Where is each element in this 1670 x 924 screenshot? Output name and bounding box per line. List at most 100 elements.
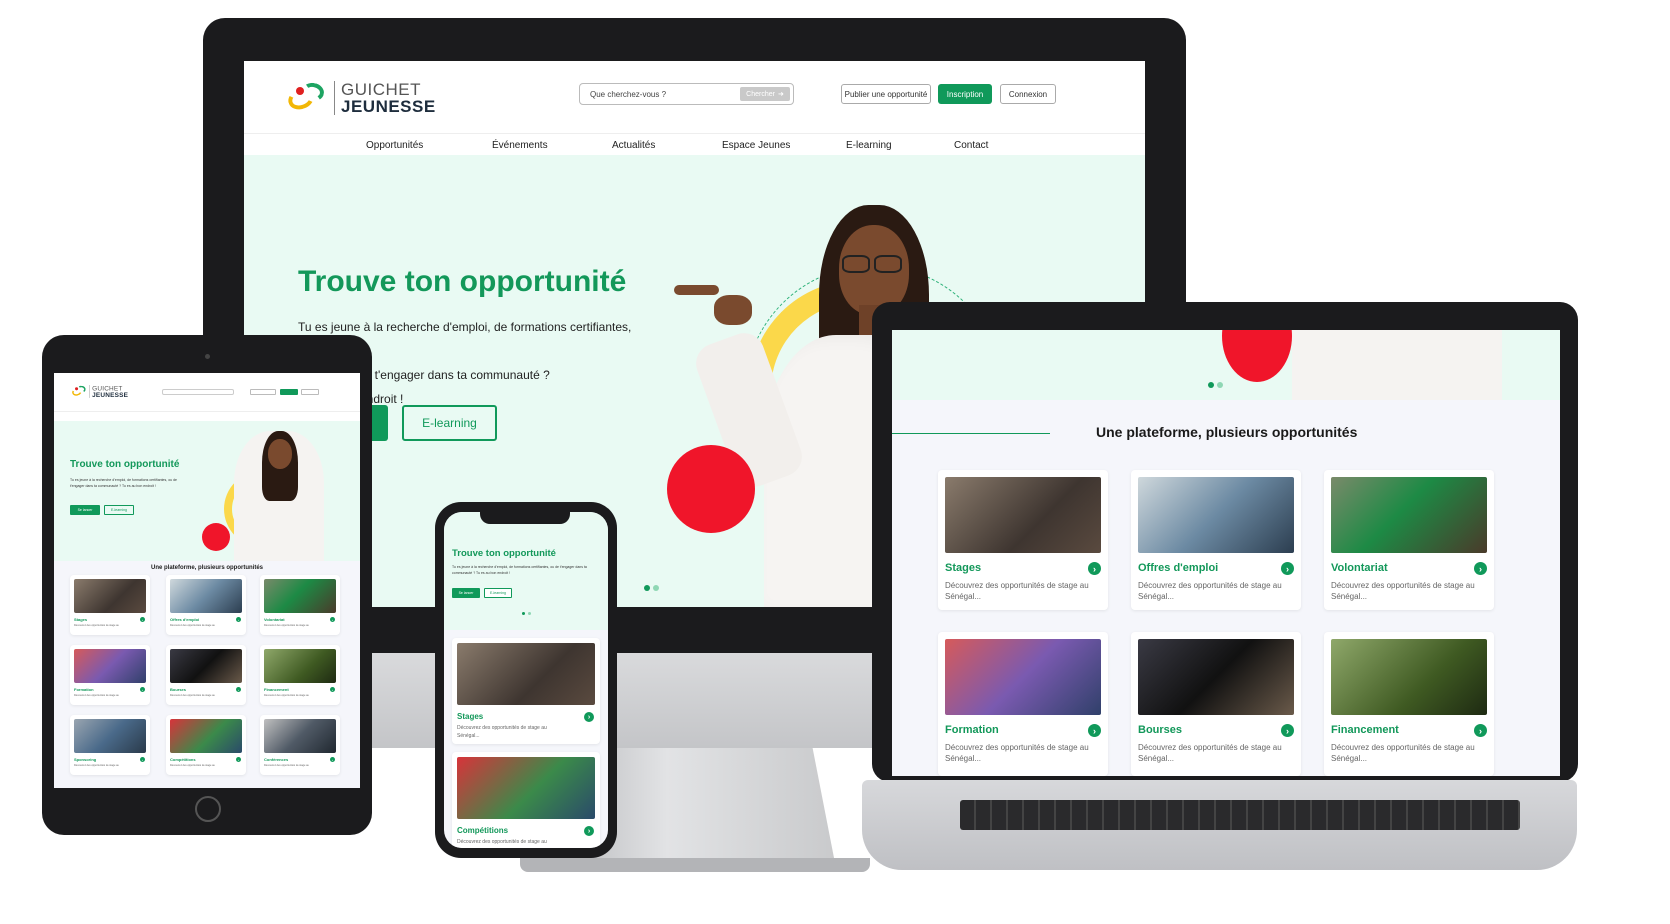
tablet-card-competitions[interactable]: Compétitions › Découvrez des opportunité… [166,715,246,775]
card-image [1331,639,1487,715]
signup-button[interactable]: Inscription [938,84,992,104]
chevron-right-icon[interactable]: › [140,617,145,622]
tablet-card-stages[interactable]: Stages › Découvrez des opportunités de s… [70,575,150,635]
tablet-card-formation[interactable]: Formation › Découvrez des opportunités d… [70,645,150,705]
tablet-hero-primary[interactable]: Se lancer [70,505,100,515]
card-description: Découvrez des opportunités de stage au Sé… [945,742,1089,764]
card-title: Formation [945,724,999,736]
card-title: Stages [74,617,88,622]
chevron-right-icon[interactable]: › [1281,562,1294,575]
card-image [264,579,336,613]
search-input[interactable]: Que cherchez-vous ? Chercher ➜ [579,83,794,105]
chevron-right-icon[interactable]: › [1281,724,1294,737]
card-image [457,643,595,705]
card-title: Stages [457,712,484,721]
tablet-search-input[interactable] [162,389,234,395]
card-title: Sponsoring [74,757,97,762]
chevron-right-icon[interactable]: › [1474,724,1487,737]
site-logo[interactable]: GUICHET JEUNESSE [285,81,436,115]
card-image [170,649,242,683]
tablet-logo[interactable]: GUICHET JEUNESSE [70,385,128,398]
tablet-login-button[interactable] [301,389,319,395]
chevron-right-icon[interactable]: › [584,712,594,722]
tablet-card-bourses[interactable]: Bourses › Découvrez des opportunités de … [166,645,246,705]
card-image [264,649,336,683]
chevron-right-icon[interactable]: › [330,757,335,762]
card-title: Offres d'emploi [170,617,200,622]
card-desc-line2: Sénégal... [1331,754,1368,763]
tablet-home-button[interactable] [195,796,221,822]
card-description: Découvrez des opportunités de stage au [170,624,215,627]
nav-item-contact[interactable]: Contact [954,140,988,151]
chevron-right-icon[interactable]: › [236,617,241,622]
card-description: Découvrez des opportunités de stage au Sé… [945,580,1089,602]
phone-card-stages[interactable]: Stages › Découvrez des opportunités de s… [452,638,600,744]
card-desc-line1: Découvrez des opportunités de stage au [945,743,1089,752]
chevron-right-icon[interactable]: › [140,687,145,692]
login-button[interactable]: Connexion [1000,84,1056,104]
card-description: Découvrez des opportunités de stage au [74,624,119,627]
tablet-card-sponsoring[interactable]: Sponsoring › Découvrez des opportunités … [70,715,150,775]
card-desc-line1: Découvrez des opportunités de stage au [1331,743,1475,752]
opportunity-card-formation[interactable]: Formation › Découvrez des opportunités d… [938,632,1108,776]
tablet-hero-secondary[interactable]: E-learning [104,505,134,515]
opportunity-card-volontariat[interactable]: Volontariat › Découvrez des opportunités… [1324,470,1494,610]
hero-elearning-button[interactable]: E-learning [402,405,497,441]
nav-item-evenements[interactable]: Événements [492,140,548,151]
phone-hero-primary[interactable]: Se lancer [452,588,480,598]
tablet-signup-button[interactable] [280,389,298,395]
arrow-right-icon: ➜ [777,91,784,98]
card-desc-line2: Sénégal... [945,754,982,763]
site-header: GUICHET JEUNESSE Que cherchez-vous ? Che… [244,61,1145,133]
card-image [1138,477,1294,553]
opportunity-card-stages[interactable]: Stages › Découvrez des opportunités de s… [938,470,1108,610]
publish-button[interactable]: Publier une opportunité [841,84,931,104]
opportunity-card-financement[interactable]: Financement › Découvrez des opportunités… [1324,632,1494,776]
tablet-card-emploi[interactable]: Offres d'emploi › Découvrez des opportun… [166,575,246,635]
nav-item-actualites[interactable]: Actualités [612,140,655,151]
card-image [945,477,1101,553]
card-image [74,649,146,683]
card-image [170,719,242,753]
chevron-right-icon[interactable]: › [584,826,594,836]
card-image [457,757,595,819]
tablet-red-circle [202,523,230,551]
laptop-screen: Une plateforme, plusieurs opportunités S… [892,330,1560,776]
nav-item-opportunites[interactable]: Opportunités [366,140,423,151]
hero-title: Trouve ton opportunité [298,265,627,298]
phone-card-competitions[interactable]: Compétitions › Découvrez des opportunité… [452,752,600,848]
chevron-right-icon[interactable]: › [330,617,335,622]
chevron-right-icon[interactable]: › [1088,562,1101,575]
opportunity-card-bourses[interactable]: Bourses › Découvrez des opportunités de … [1131,632,1301,776]
chevron-right-icon[interactable]: › [1474,562,1487,575]
laptop-red-circle [1222,330,1292,382]
opportunity-card-emploi[interactable]: Offres d'emploi › Découvrez des opportun… [1131,470,1301,610]
carousel-dots[interactable] [644,585,659,591]
search-button[interactable]: Chercher ➜ [740,87,790,101]
chevron-right-icon[interactable]: › [140,757,145,762]
main-nav: Opportunités Événements Actualités Espac… [244,133,1145,155]
card-desc-line1: Découvrez des opportunités de stage au [1331,581,1475,590]
chevron-right-icon[interactable]: › [236,757,241,762]
tablet-publish-button[interactable] [250,389,276,395]
card-image [1138,639,1294,715]
card-desc-line1: Découvrez des opportunités de stage au [1138,743,1282,752]
laptop-carousel-dots[interactable] [1208,382,1223,388]
hero-red-circle [667,445,755,533]
chevron-right-icon[interactable]: › [236,687,241,692]
phone-carousel-dots[interactable] [522,612,531,615]
nav-item-espace-jeunes[interactable]: Espace Jeunes [722,140,790,151]
phone-hero-secondary[interactable]: E-learning [484,588,512,598]
chevron-right-icon[interactable]: › [330,687,335,692]
card-title: Conférences [264,757,289,762]
card-desc-line2: Sénégal... [457,733,480,739]
chevron-right-icon[interactable]: › [1088,724,1101,737]
tablet-card-volontariat[interactable]: Volontariat › Découvrez des opportunités… [260,575,340,635]
card-image [74,579,146,613]
tablet-card-conferences[interactable]: Conférences › Découvrez des opportunités… [260,715,340,775]
card-title: Volontariat [1331,562,1388,574]
tablet-card-financement[interactable]: Financement › Découvrez des opportunités… [260,645,340,705]
nav-item-elearning[interactable]: E-learning [846,140,892,151]
card-title: Compétitions [457,826,509,835]
card-image [264,719,336,753]
